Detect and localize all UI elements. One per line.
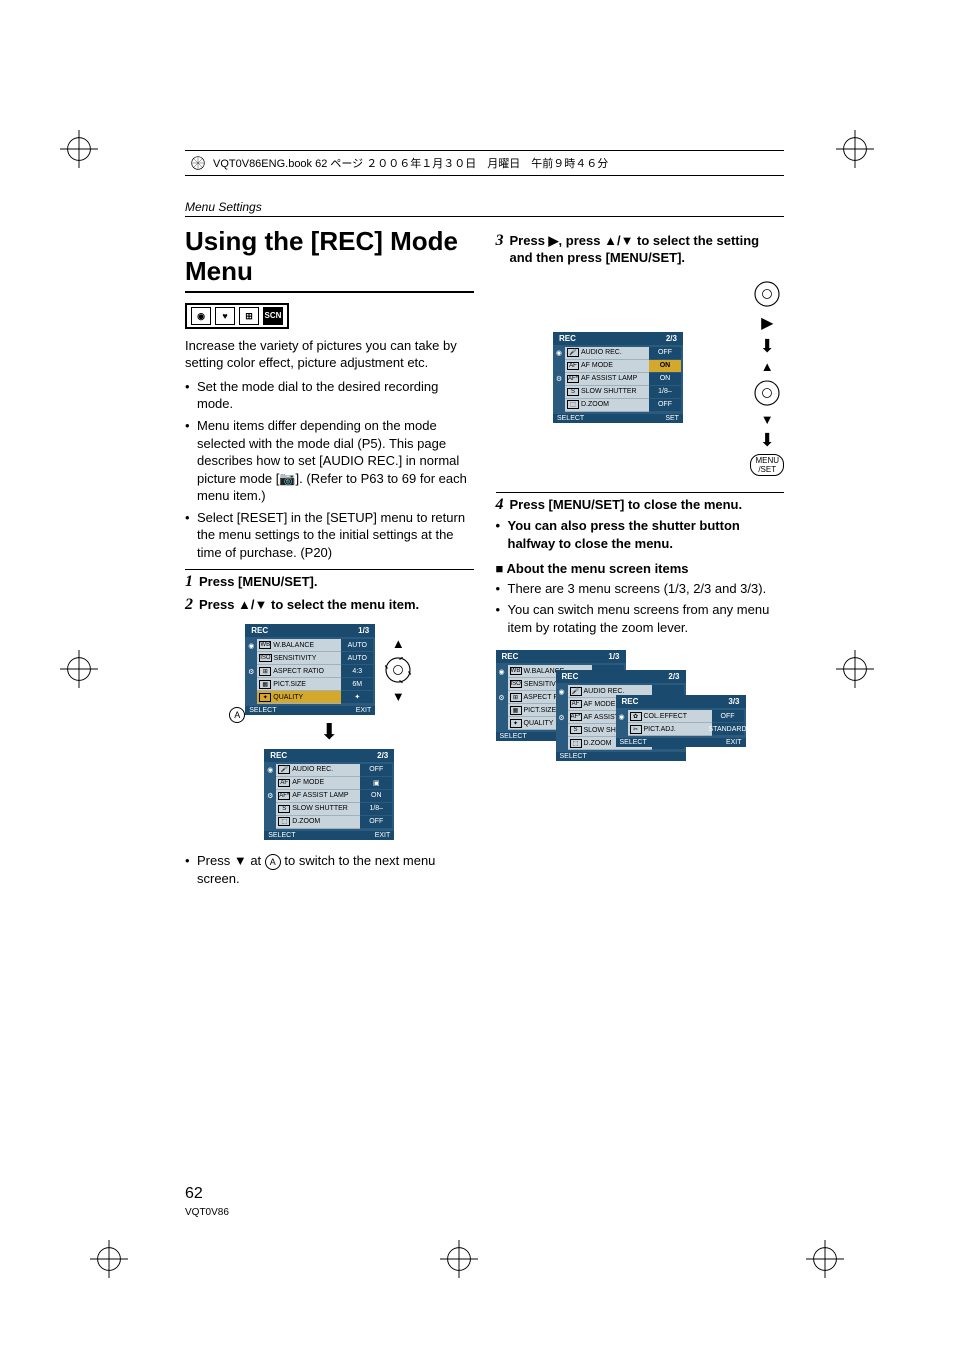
page-number: 62 (185, 1185, 203, 1202)
right-arrow-icon: ▶ (761, 313, 773, 333)
menu-set-label: MENU /SET (750, 454, 784, 476)
registration-mark-icon (60, 130, 98, 168)
menu-cascade: REC1/3 ◉WBW.BALANCEISOSENSITIVITY⚙⊞ASPEC… (496, 644, 785, 794)
down-arrow-icon: ⬇ (760, 433, 775, 447)
menu-screen-1: REC1/3 ◉WBW.BALANCEAUTOISOSENSITIVITYAUT… (245, 624, 375, 715)
step-number: 1 (185, 574, 193, 591)
step4-bullets: You can also press the shutter button ha… (496, 517, 785, 552)
step-1: 1 Press [MENU/SET]. (185, 569, 474, 591)
cascade-screen-3: REC3/3 ◉✿COL.EFFECTOFF✂PICT.ADJ.STANDARD… (616, 695, 746, 747)
step-2: 2 Press ▲/▼ to select the menu item. (185, 597, 474, 614)
registration-mark-icon (90, 1240, 128, 1278)
up-arrow-icon: ▲ (761, 359, 774, 374)
label-A: A (229, 707, 245, 723)
step-number: 2 (185, 597, 193, 614)
up-arrow-icon: ▲ (392, 636, 405, 651)
down-arrow-icon: ▼ (392, 689, 405, 704)
bullet-item: You can switch menu screens from any men… (496, 601, 785, 636)
bullet-item: Press ▼ at A to switch to the next menu … (185, 852, 474, 888)
bullet-item: Menu items differ depending on the mode … (185, 417, 474, 505)
intro-text: Increase the variety of pictures you can… (185, 337, 474, 372)
bullet-item: There are 3 menu screens (1/3, 2/3 and 3… (496, 580, 785, 598)
menu-screen-2: REC2/3 ◉🎤AUDIO REC.OFFAFAF MODE▣⚙AF*AF A… (264, 749, 394, 840)
print-mark-icon (191, 156, 205, 170)
down-arrow-large-icon: ⬇ (185, 723, 474, 741)
registration-mark-icon (440, 1240, 478, 1278)
scn-mode-icon: SCN (263, 307, 283, 325)
menu-screen-step3: REC2/3 ◉🎤AUDIO REC.OFFAFAF MODEON⚙AF*AF … (553, 332, 683, 423)
registration-mark-icon (836, 130, 874, 168)
registration-mark-icon (60, 650, 98, 688)
dial-icon (752, 279, 782, 309)
step-text: Press [MENU/SET]. (199, 574, 317, 591)
bullet-item: Select [RESET] in the [SETUP] menu to re… (185, 509, 474, 562)
step-number: 3 (496, 233, 504, 267)
step-text: Press [MENU/SET] to close the menu. (510, 497, 743, 514)
down-arrow-icon: ⬇ (760, 339, 775, 353)
section-label: Menu Settings (185, 200, 784, 217)
camera-mode-icon: ◉ (191, 307, 211, 325)
step-text: Press ▶, press ▲/▼ to select the setting… (510, 233, 785, 267)
doc-code: VQT0V86 (185, 1207, 229, 1218)
intro-bullets: Set the mode dial to the desired recordi… (185, 378, 474, 561)
page-title: Using the [REC] Mode Menu (185, 227, 474, 293)
up-arrow-icon: ▲ (604, 233, 617, 248)
down-arrow-icon: ▼ (255, 597, 268, 612)
heart-mode-icon: ♥ (215, 307, 235, 325)
print-header-text: VQT0V86ENG.book 62 ページ ２００６年１月３０日 月曜日 午前… (213, 155, 608, 171)
step-4: 4 Press [MENU/SET] to close the menu. (496, 492, 785, 514)
step2-note: Press ▼ at A to switch to the next menu … (185, 852, 474, 888)
step-text: Press ▲/▼ to select the menu item. (199, 597, 419, 614)
down-arrow-icon: ▼ (761, 412, 774, 427)
step-3: 3 Press ▶, press ▲/▼ to select the setti… (496, 233, 785, 267)
about-heading: About the menu screen items (496, 561, 785, 576)
step-number: 4 (496, 497, 504, 514)
bullet-item: You can also press the shutter button ha… (496, 517, 785, 552)
up-arrow-icon: ▲ (238, 597, 251, 612)
movie-mode-icon: ⊞ (239, 307, 259, 325)
bullet-item: Set the mode dial to the desired recordi… (185, 378, 474, 413)
dial-icon (383, 655, 413, 685)
page-number-block: 62 VQT0V86 (185, 1185, 229, 1218)
dial-icon (752, 378, 782, 408)
down-arrow-icon: ▼ (621, 233, 634, 248)
about-bullets: There are 3 menu screens (1/3, 2/3 and 3… (496, 580, 785, 637)
print-header: VQT0V86ENG.book 62 ページ ２００６年１月３０日 月曜日 午前… (185, 150, 784, 176)
mode-icons-row: ◉ ♥ ⊞ SCN (185, 303, 289, 329)
registration-mark-icon (806, 1240, 844, 1278)
registration-mark-icon (836, 650, 874, 688)
